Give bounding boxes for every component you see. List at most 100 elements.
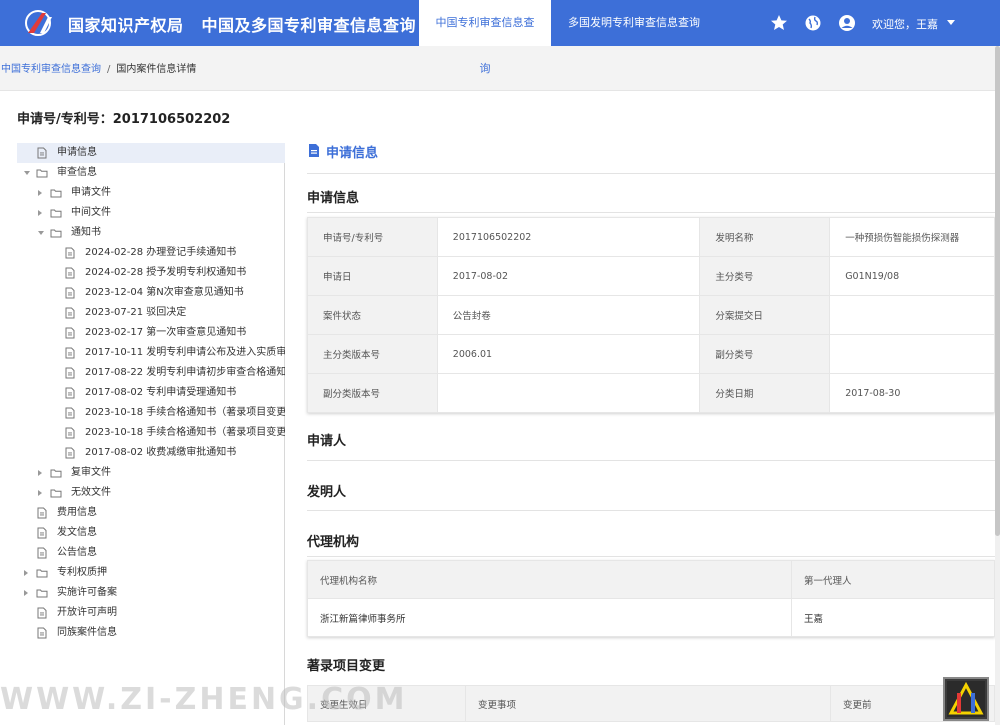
tree-item[interactable]: 审查信息 xyxy=(17,163,285,183)
tree-item-label: 实施许可备案 xyxy=(57,587,117,598)
top-navbar: 国家知识产权局 中国及多国专利审查信息查询 中国专利审查信息查询 多国发明专利审查… xyxy=(0,0,1000,75)
tree-item[interactable]: 费用信息 xyxy=(17,503,285,523)
breadcrumb-current: 国内案件信息详情 xyxy=(116,64,197,75)
subsection-inventor: 发明人 xyxy=(307,485,347,500)
tree-item[interactable]: 通知书 xyxy=(17,223,285,243)
tree-item[interactable]: 2017-10-11 发明专利申请公布及进入实质审查 xyxy=(17,343,285,363)
tree-item-label: 2024-02-28 办理登记手续通知书 xyxy=(85,247,237,258)
divider xyxy=(307,460,995,461)
tree-item[interactable]: 发文信息 xyxy=(17,523,285,543)
tree-item-label: 2023-10-18 手续合格通知书（著录项目变更） xyxy=(85,407,285,418)
scrollbar-thumb[interactable] xyxy=(995,46,1000,536)
subsection-agency: 代理机构 xyxy=(307,535,360,550)
tree-item[interactable]: 2023-10-18 手续合格通知书（著录项目变更） xyxy=(17,403,285,423)
chevron-down-icon[interactable] xyxy=(947,20,955,25)
file-icon xyxy=(65,247,75,259)
info-value-cell: 2017-08-02 xyxy=(436,256,701,296)
expand-right-icon[interactable] xyxy=(38,190,42,196)
tree-item[interactable]: 2023-02-17 第一次审查意见通知书 xyxy=(17,323,285,343)
file-icon xyxy=(65,407,75,419)
tree-item[interactable]: 2023-12-04 第N次审查意见通知书 xyxy=(17,283,285,303)
info-value-cell: 一种预损伤智能损伤探测器 xyxy=(829,217,995,257)
agent-name-cell: 王嘉 xyxy=(791,598,995,637)
tree-item[interactable]: 专利权质押 xyxy=(17,563,285,583)
info-value-cell: 2017106502202 xyxy=(436,217,701,257)
tree-item[interactable]: 复审文件 xyxy=(17,463,285,483)
brand-title[interactable]: 国家知识产权局 中国及多国专利审查信息查询 xyxy=(68,12,416,36)
tree-item[interactable]: 同族案件信息 xyxy=(17,623,285,643)
cnipa-logo-icon xyxy=(25,10,52,36)
table-row: 案件状态 公告封卷 分案提交日 xyxy=(307,295,995,335)
expand-right-icon[interactable] xyxy=(38,470,42,476)
tree-item-label: 同族案件信息 xyxy=(57,627,117,638)
tree-item[interactable]: 申请文件 xyxy=(17,183,285,203)
expand-down-icon[interactable] xyxy=(24,171,30,175)
change-table: 变更生效日 变更事项 变更前 xyxy=(307,685,995,722)
file-icon xyxy=(65,287,75,299)
tree-item[interactable]: 开放许可声明 xyxy=(17,603,285,623)
table-row: 申请日 2017-08-02 主分类号 G01N19/08 xyxy=(307,256,995,296)
tree-item[interactable]: 中间文件 xyxy=(17,203,285,223)
folder-icon xyxy=(36,589,48,598)
breadcrumb-separator: / xyxy=(107,64,111,75)
tree-item[interactable]: 公告信息 xyxy=(17,543,285,563)
tree-item-label: 中间文件 xyxy=(71,207,111,218)
info-value-cell: 2017-08-30 xyxy=(829,373,995,413)
tree-item-label: 发文信息 xyxy=(57,527,97,538)
file-icon xyxy=(65,447,75,459)
breadcrumb: 中国专利审查信息查询 / 国内案件信息详情 xyxy=(0,46,995,90)
tree-item[interactable]: 实施许可备案 xyxy=(17,583,285,603)
star-icon[interactable] xyxy=(769,13,789,33)
info-label-cell: 申请日 xyxy=(307,256,438,296)
tree-item[interactable]: 2017-08-02 专利申请受理通知书 xyxy=(17,383,285,403)
tree-item-label: 2023-07-21 驳回决定 xyxy=(85,307,187,318)
tree-item[interactable]: 2024-02-28 授予发明专利权通知书 xyxy=(17,263,285,283)
page-scrollbar[interactable] xyxy=(995,46,1000,725)
tree-item[interactable]: 无效文件 xyxy=(17,483,285,503)
table-row: 副分类版本号 分类日期 2017-08-30 xyxy=(307,373,995,413)
tree-item-label: 2024-02-28 授予发明专利权通知书 xyxy=(85,267,247,278)
tree-item[interactable]: 2017-08-02 收费减缴审批通知书 xyxy=(17,443,285,463)
breadcrumb-link-home[interactable]: 中国专利审查信息查询 xyxy=(1,64,101,75)
welcome-user-text[interactable]: 欢迎您，王嘉 xyxy=(872,16,938,32)
info-label-cell: 主分类号 xyxy=(699,256,831,296)
file-icon xyxy=(37,527,47,539)
application-info-table: 申请号/专利号 2017106502202 发明名称 一种预损伤智能损伤探测器 申请日 2… xyxy=(307,217,995,413)
document-tree: 申请信息 审查信息 申请文件中间文件通知书 2024-02-28 办理登记手续通知书 2… xyxy=(17,143,285,725)
divider xyxy=(307,173,995,174)
tree-item-label: 2023-10-18 手续合格通知书（著录项目变更） xyxy=(85,427,285,438)
tree-item-label: 专利权质押 xyxy=(57,567,107,578)
folder-icon xyxy=(50,189,62,198)
info-label-cell: 主分类版本号 xyxy=(307,334,438,374)
folder-icon xyxy=(50,229,62,238)
tree-item[interactable]: 2023-07-21 驳回决定 xyxy=(17,303,285,323)
expand-right-icon[interactable] xyxy=(24,590,28,596)
file-icon xyxy=(65,327,75,339)
tree-item[interactable]: 2024-02-28 办理登记手续通知书 xyxy=(17,243,285,263)
expand-right-icon[interactable] xyxy=(38,210,42,216)
tree-item-label: 开放许可声明 xyxy=(57,607,117,618)
subsection-application-info: 申请信息 xyxy=(307,191,360,206)
watermark-logo xyxy=(943,677,989,721)
expand-down-icon[interactable] xyxy=(38,231,44,235)
tree-item[interactable]: 2017-08-22 发明专利申请初步审查合格通知书 xyxy=(17,363,285,383)
file-icon xyxy=(65,427,75,439)
file-icon xyxy=(37,547,47,559)
subsection-applicant: 申请人 xyxy=(307,434,347,449)
expand-right-icon[interactable] xyxy=(24,570,28,576)
tree-item[interactable]: 申请信息 xyxy=(17,143,285,163)
tree-item-label: 2017-08-02 收费减缴审批通知书 xyxy=(85,447,237,458)
globe-icon[interactable] xyxy=(803,13,823,33)
file-icon xyxy=(65,267,75,279)
tab-multinational-patent[interactable]: 多国发明专利审查信息查询 xyxy=(556,0,712,46)
tree-item-label: 2023-12-04 第N次审查意见通知书 xyxy=(85,287,244,298)
info-label-cell: 分案提交日 xyxy=(699,295,831,335)
info-label-cell: 副分类号 xyxy=(699,334,831,374)
agency-header-agent: 第一代理人 xyxy=(791,560,995,599)
expand-right-icon[interactable] xyxy=(38,490,42,496)
user-icon[interactable] xyxy=(837,13,857,33)
watermark-text: WWW.ZI-ZHENG.COM xyxy=(0,682,408,717)
tree-item[interactable]: 2023-10-18 手续合格通知书（著录项目变更） xyxy=(17,423,285,443)
file-icon xyxy=(65,367,75,379)
tab-china-patent[interactable]: 中国专利审查信息查询 xyxy=(419,0,551,75)
